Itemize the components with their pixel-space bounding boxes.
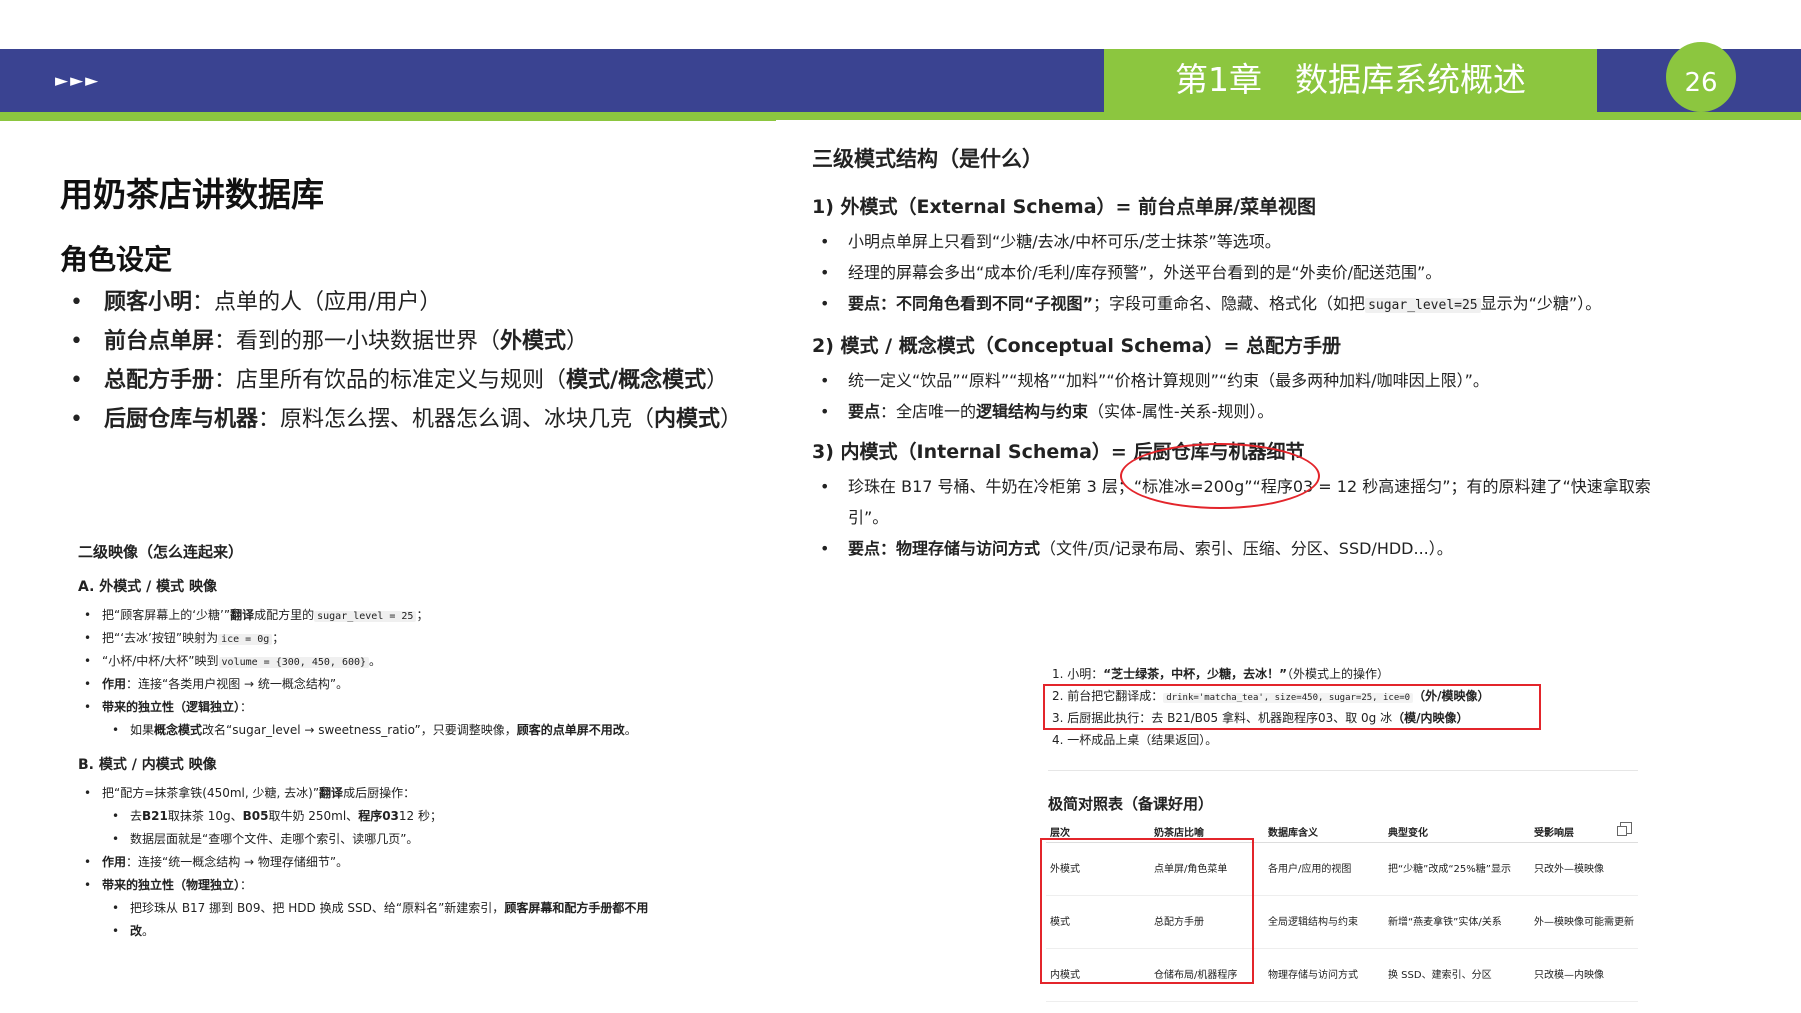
list-item: 经理的屏幕会多出“成本价/毛利/库存预警”，外送平台看到的是“外卖价/配送范围”…	[812, 257, 1672, 288]
page-number: 26	[1666, 42, 1736, 112]
role-item: 顾客小明：点单的人（应用/用户）	[70, 283, 770, 322]
mapping-a-title: A. 外模式 / 模式 映像	[78, 579, 218, 595]
table-cell: 换 SSD、建索引、分区	[1384, 948, 1530, 1002]
schema-title: 三级模式结构（是什么）	[812, 147, 1043, 171]
table-cell: 各用户/应用的视图	[1264, 842, 1384, 896]
table-cell: 只改外—模映像	[1530, 842, 1638, 896]
mapping-title: 二级映像（怎么连起来）	[78, 543, 244, 561]
table-cell: 把“少糖”改成“25%糖”显示	[1384, 842, 1530, 896]
highlight-ellipse	[1120, 443, 1320, 509]
list-item: 带来的独立性（物理独立）：	[78, 874, 758, 897]
table-cell: 新增“燕麦拿铁”实体/关系	[1384, 895, 1530, 949]
page-title: 用奶茶店讲数据库	[60, 175, 324, 214]
table-cell: 全局逻辑结构与约束	[1264, 895, 1384, 949]
table-header: 典型变化	[1384, 820, 1530, 843]
table-header: 数据库含义	[1264, 820, 1384, 843]
highlight-box	[1040, 838, 1254, 984]
header-gap	[776, 120, 1801, 128]
table-header: 受影响层	[1530, 820, 1638, 843]
list-item: 把“顾客屏幕上的‘少糖’”翻译成配方里的sugar_level = 25；	[78, 604, 758, 627]
highlight-box	[1043, 684, 1541, 730]
list-item: 去B21取抹茶 10g、B05取牛奶 250ml、程序0312 秒；	[78, 805, 758, 828]
chapter-title: 第1章 数据库系统概述	[1104, 49, 1597, 113]
list-item: 作用：连接“各类用户视图 → 统一概念结构”。	[78, 673, 758, 696]
list-item: 把珍珠从 B17 挪到 B09、把 HDD 换成 SSD、给“原料名”新建索引，…	[78, 897, 758, 920]
role-item: 前台点单屏：看到的那一小块数据世界（外模式）	[70, 322, 770, 361]
role-item: 后厨仓库与机器：原料怎么摆、机器怎么调、冰块几克（内模式）	[70, 400, 770, 439]
mapping-section: 二级映像（怎么连起来） A. 外模式 / 模式 映像 把“顾客屏幕上的‘少糖’”…	[78, 540, 758, 943]
list-item: 把“配方=抹茶拿铁(450ml, 少糖, 去冰)”翻译成后厨操作：	[78, 782, 758, 805]
list-item: 把“‘去冰’按钮”映射为ice = 0g；	[78, 627, 758, 650]
list-item: 作用：连接“统一概念结构 → 物理存储细节”。	[78, 851, 758, 874]
list-item: 要点：不同角色看到不同“子视图”；字段可重命名、隐藏、格式化（如把sugar_l…	[812, 288, 1672, 321]
step-item: 1. 小明：“芝士绿茶，中杯，少糖，去冰！”（外模式上的操作）	[1052, 667, 1390, 681]
table-cell: 外—模映像可能需更新	[1530, 895, 1638, 949]
table-title: 极简对照表（备课好用）	[1048, 795, 1214, 813]
role-item: 总配方手册：店里所有饮品的标准定义与规则（模式/概念模式）	[70, 361, 770, 400]
list-item: 如果概念模式改名“sugar_level → sweetness_ratio”，…	[78, 719, 758, 742]
step-item: 4. 一杯成品上桌（结果返回）。	[1052, 733, 1218, 747]
table-cell: 物理存储与访问方式	[1264, 948, 1384, 1002]
table-cell: 只改模—内映像	[1530, 948, 1638, 1002]
list-item: 要点：物理存储与访问方式（文件/页/记录布局、索引、压缩、分区、SSD/HDD.…	[812, 533, 1672, 564]
list-item: 小明点单屏上只看到“少糖/去冰/中杯可乐/芝士抹茶”等选项。	[812, 226, 1672, 257]
list-item: 带来的独立性（逻辑独立）：	[78, 696, 758, 719]
conceptual-schema-heading: 2) 模式 / 概念模式（Conceptual Schema）= 总配方手册	[812, 335, 1342, 357]
role-list: 顾客小明：点单的人（应用/用户） 前台点单屏：看到的那一小块数据世界（外模式） …	[70, 283, 770, 439]
list-item: 统一定义“饮品”“原料”“规格”“加料”“价格计算规则”“约束（最多两种加料/咖…	[812, 365, 1672, 396]
arrows-icon: ►►►	[55, 71, 101, 91]
divider	[1048, 770, 1638, 771]
list-item: 要点：全店唯一的逻辑结构与约束（实体-属性-关系-规则）。	[812, 396, 1672, 427]
list-item-continued: 改。	[78, 920, 758, 943]
list-item: “小杯/中杯/大杯”映到volume = {300, 450, 600}。	[78, 650, 758, 673]
section-subtitle: 角色设定	[60, 243, 173, 276]
list-item: 数据层面就是“查哪个文件、走哪个索引、读哪几页”。	[78, 828, 758, 851]
mapping-b-title: B. 模式 / 内模式 映像	[78, 757, 217, 773]
external-schema-heading: 1) 外模式（External Schema）= 前台点单屏/菜单视图	[812, 196, 1317, 218]
